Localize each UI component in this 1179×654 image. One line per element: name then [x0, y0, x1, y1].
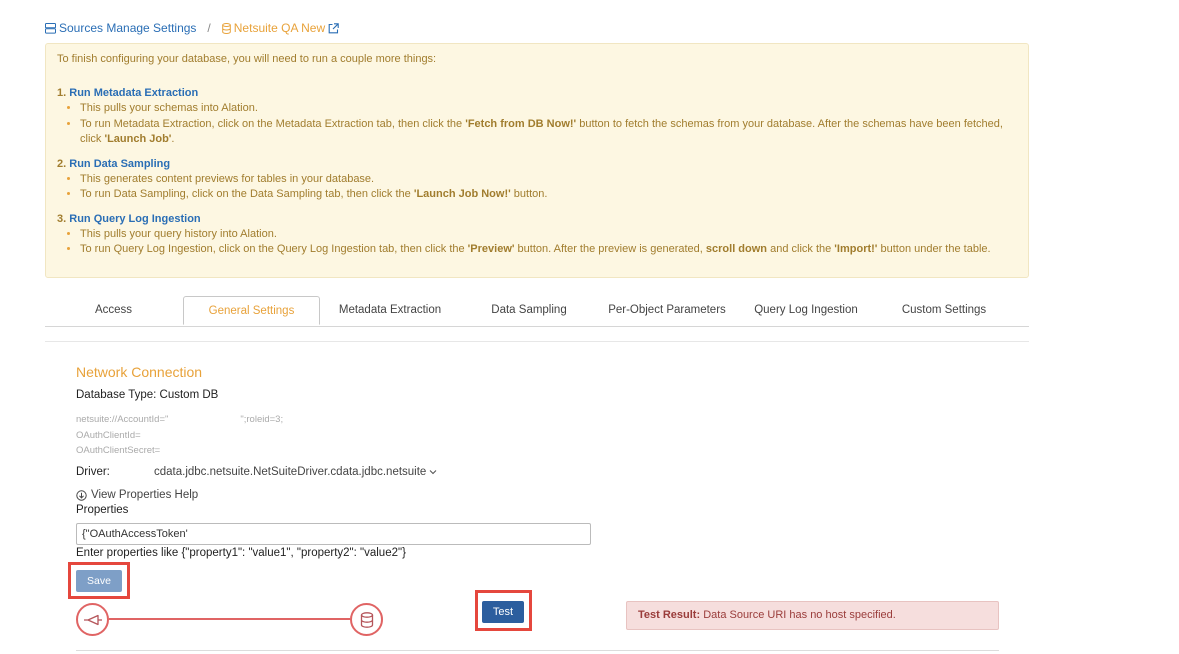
- database-type-label: Database Type: Custom DB: [76, 389, 219, 401]
- step-title: Run Query Log Ingestion: [69, 212, 201, 225]
- save-button[interactable]: Save: [76, 570, 122, 592]
- test-result-label: Test Result:: [638, 609, 701, 621]
- server-icon: [45, 22, 56, 34]
- step-metadata-extraction: 1. Run Metadata Extraction This pulls yo…: [57, 87, 1017, 148]
- tab-custom-settings[interactable]: Custom Settings: [891, 296, 997, 325]
- driver-label: Driver:: [76, 466, 110, 478]
- driver-select[interactable]: cdata.jdbc.netsuite.NetSuiteDriver.cdata…: [154, 466, 437, 478]
- tab-per-object-parameters[interactable]: Per-Object Parameters: [601, 296, 733, 325]
- step-bullet: This generates content previews for tabl…: [80, 172, 1017, 188]
- divider: [76, 650, 999, 651]
- test-result-message: Data Source URI has no host specified.: [700, 609, 896, 621]
- step-number: 2.: [57, 157, 67, 170]
- step-number: 1.: [57, 87, 67, 99]
- settings-tabs: Access General Settings Metadata Extract…: [45, 296, 1029, 327]
- step-bullet: To run Metadata Extraction, click on the…: [80, 117, 1017, 148]
- driver-value[interactable]: cdata.jdbc.netsuite.NetSuiteDriver.cdata…: [154, 466, 426, 478]
- breadcrumb-current: Netsuite QA New: [221, 21, 326, 35]
- step-number: 3.: [57, 212, 67, 225]
- external-link-button[interactable]: [328, 22, 339, 34]
- step-bullet: This pulls your query history into Alati…: [80, 227, 1017, 243]
- properties-input[interactable]: [76, 523, 591, 545]
- breadcrumb: Sources Manage Settings / Netsuite QA Ne…: [45, 20, 339, 36]
- uri-line-client-id: OAuthClientId=: [76, 429, 141, 441]
- step-data-sampling: 2. Run Data Sampling This generates cont…: [57, 158, 1017, 203]
- properties-label: Properties: [76, 504, 129, 516]
- test-button[interactable]: Test: [482, 601, 524, 623]
- step-bullet: To run Query Log Ingestion, click on the…: [80, 242, 1017, 258]
- tab-general-settings[interactable]: General Settings: [183, 296, 320, 325]
- breadcrumb-parent-link[interactable]: Sources Manage Settings: [45, 21, 196, 35]
- view-properties-help-toggle[interactable]: View Properties Help: [76, 489, 198, 501]
- database-icon: [360, 611, 373, 628]
- uri-template: netsuite://AccountId=" ";roleid=3; OAuthC…: [76, 412, 283, 459]
- uri-line-account: netsuite://AccountId=": [76, 414, 169, 425]
- step-title: Run Data Sampling: [69, 157, 171, 170]
- breadcrumb-current-label: Netsuite QA New: [233, 21, 326, 35]
- tab-access[interactable]: Access: [75, 296, 152, 325]
- tab-query-log-ingestion[interactable]: Query Log Ingestion: [745, 296, 867, 325]
- instructions-intro: To finish configuring your database, you…: [57, 53, 437, 65]
- chevron-down-icon: [429, 470, 437, 475]
- section-title: Network Connection: [76, 364, 203, 380]
- tab-metadata-extraction[interactable]: Metadata Extraction: [329, 296, 451, 325]
- properties-hint: Enter properties like {"property1": "val…: [76, 547, 406, 559]
- step-title: Run Metadata Extraction: [69, 87, 199, 99]
- circle-arrow-down-icon: [76, 489, 87, 501]
- uri-line-role: ";roleid=3;: [240, 414, 284, 425]
- view-properties-help-label[interactable]: View Properties Help: [91, 489, 198, 501]
- step-query-log-ingestion: 3. Run Query Log Ingestion This pulls yo…: [57, 213, 1017, 258]
- breadcrumb-parent-label[interactable]: Sources Manage Settings: [59, 21, 196, 35]
- divider: [45, 341, 1029, 342]
- breadcrumb-separator: /: [207, 21, 211, 35]
- setup-instructions-panel: To finish configuring your database, you…: [45, 43, 1029, 278]
- step-bullet: To run Data Sampling, click on the Data …: [80, 187, 1017, 203]
- tab-data-sampling[interactable]: Data Sampling: [473, 296, 585, 325]
- step-bullet: This pulls your schemas into Alation.: [80, 101, 1017, 117]
- connection-source-node: [76, 603, 109, 636]
- connection-plug-icon: [83, 614, 102, 625]
- uri-line-client-secret: OAuthClientSecret=: [76, 445, 161, 456]
- database-icon: [221, 22, 231, 34]
- external-link-icon: [328, 22, 339, 33]
- connection-line: [109, 618, 350, 620]
- test-result-alert: Test Result: Data Source URI has no host…: [626, 601, 999, 630]
- connection-database-node: [350, 603, 383, 636]
